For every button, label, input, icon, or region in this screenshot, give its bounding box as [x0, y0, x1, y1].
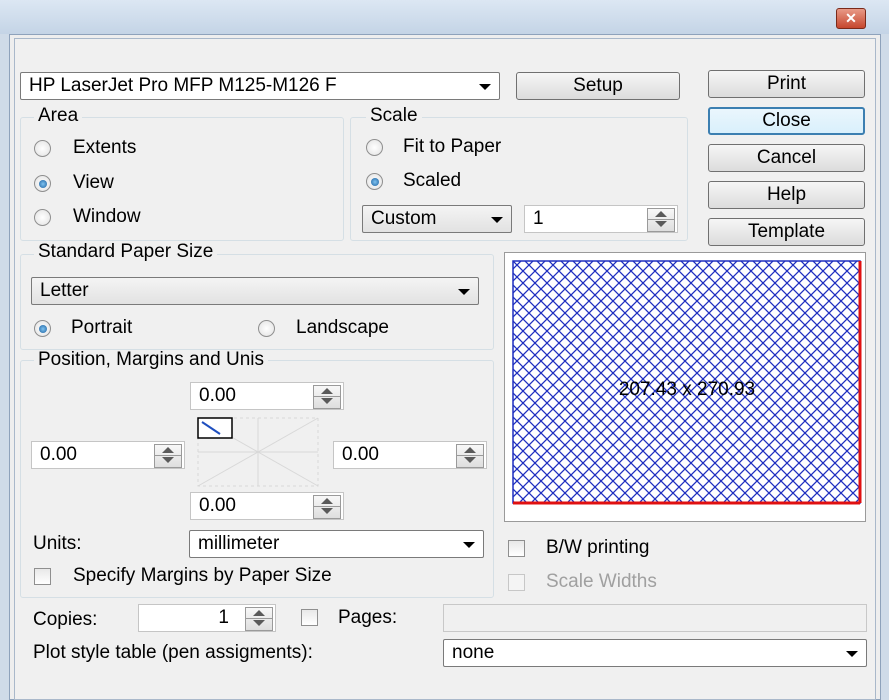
plot-style-dropdown[interactable]: none	[443, 639, 867, 667]
radio-window[interactable]	[34, 209, 51, 226]
scale-mode-value: Custom	[371, 208, 437, 229]
scale-widths-checkbox[interactable]	[508, 574, 525, 591]
margins-title: Position, Margins and Unis	[34, 350, 268, 370]
units-dropdown[interactable]: millimeter	[189, 530, 484, 558]
paper-size-title: Standard Paper Size	[34, 242, 218, 262]
paper-size-dropdown[interactable]: Letter	[31, 277, 479, 305]
spin-arrows-icon[interactable]	[245, 607, 273, 631]
title-bar	[0, 0, 889, 34]
radio-portrait[interactable]	[34, 320, 51, 337]
scale-widths-label: Scale Widths	[546, 571, 657, 592]
spin-arrows-icon[interactable]	[647, 208, 675, 232]
label-scaled: Scaled	[403, 170, 462, 191]
chevron-down-icon	[491, 217, 503, 223]
label-window: Window	[73, 206, 141, 227]
pages-label: Pages:	[338, 607, 398, 628]
paper-size-value: Letter	[40, 280, 89, 301]
units-value: millimeter	[198, 533, 280, 554]
margin-bottom-stepper[interactable]: 0.00	[190, 492, 344, 520]
radio-scaled[interactable]	[366, 173, 383, 190]
scale-value: 1	[533, 208, 544, 229]
area-group	[20, 117, 344, 241]
copies-value: 1	[218, 607, 229, 628]
preview-sheet: 207.43 x 270.93	[512, 260, 862, 505]
scale-value-stepper[interactable]: 1	[524, 205, 678, 233]
close-icon: ✕	[845, 10, 857, 26]
label-fit-to-paper: Fit to Paper	[403, 136, 502, 157]
chevron-down-icon	[479, 84, 491, 90]
label-portrait: Portrait	[71, 317, 133, 338]
label-landscape: Landscape	[296, 317, 389, 338]
preview-dimensions: 207.43 x 270.93	[619, 379, 755, 400]
spin-arrows-icon[interactable]	[313, 385, 341, 409]
close-window-button[interactable]: ✕	[836, 8, 866, 29]
margin-bottom-value: 0.00	[199, 495, 236, 516]
chevron-down-icon	[463, 542, 475, 548]
preview-panel: 207.43 x 270.93	[504, 252, 866, 522]
chevron-down-icon	[458, 289, 470, 295]
pages-field[interactable]	[443, 604, 867, 632]
label-view: View	[73, 172, 114, 193]
spin-arrows-icon[interactable]	[154, 444, 182, 468]
print-button[interactable]: Print	[708, 70, 865, 98]
plot-style-label: Plot style table (pen assigments):	[33, 642, 313, 663]
help-button[interactable]: Help	[708, 181, 865, 209]
margin-left-value: 0.00	[40, 444, 77, 465]
printer-dropdown[interactable]: HP LaserJet Pro MFP M125-M126 F	[20, 72, 500, 100]
copies-stepper[interactable]: 1	[138, 604, 276, 632]
close-button[interactable]: Close	[708, 107, 865, 135]
spin-arrows-icon[interactable]	[456, 444, 484, 468]
template-button[interactable]: Template	[708, 218, 865, 246]
margin-right-value: 0.00	[342, 444, 379, 465]
radio-landscape[interactable]	[258, 320, 275, 337]
copies-label: Copies:	[33, 609, 98, 630]
radio-fit-to-paper[interactable]	[366, 139, 383, 156]
cancel-button[interactable]: Cancel	[708, 144, 865, 172]
margin-left-stepper[interactable]: 0.00	[31, 441, 185, 469]
margin-top-value: 0.00	[199, 385, 236, 406]
pages-checkbox[interactable]	[301, 609, 318, 626]
chevron-down-icon	[846, 651, 858, 657]
label-extents: Extents	[73, 137, 137, 158]
spin-arrows-icon[interactable]	[313, 495, 341, 519]
setup-button[interactable]: Setup	[516, 72, 680, 100]
radio-view[interactable]	[34, 175, 51, 192]
margin-right-stepper[interactable]: 0.00	[333, 441, 487, 469]
bw-printing-checkbox[interactable]	[508, 540, 525, 557]
scale-mode-dropdown[interactable]: Custom	[362, 205, 512, 233]
margin-top-stepper[interactable]: 0.00	[190, 382, 344, 410]
units-label: Units:	[33, 533, 82, 554]
margin-diagram-icon	[197, 417, 319, 487]
bw-printing-label: B/W printing	[546, 537, 650, 558]
specify-margins-label: Specify Margins by Paper Size	[73, 565, 332, 586]
specify-margins-checkbox[interactable]	[34, 568, 51, 585]
printer-name: HP LaserJet Pro MFP M125-M126 F	[29, 75, 337, 96]
radio-extents[interactable]	[34, 140, 51, 157]
plot-style-value: none	[452, 642, 495, 663]
scale-title: Scale	[366, 106, 422, 126]
area-title: Area	[34, 106, 83, 126]
